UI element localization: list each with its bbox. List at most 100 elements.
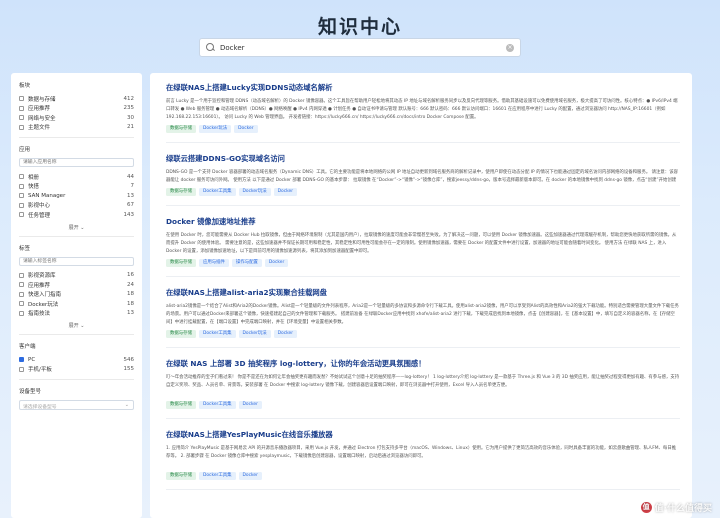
result-tag[interactable]: 数据与存储	[166, 188, 196, 196]
app-filter-label: 相册	[28, 174, 40, 181]
result-tag[interactable]: 数据与存储	[166, 472, 196, 480]
result-tag[interactable]: 数据与存储	[166, 330, 196, 338]
result-tag[interactable]: Docker玩法	[238, 188, 271, 196]
watermark: 值 值·什么值得买	[640, 501, 712, 514]
category-count: 235	[123, 105, 135, 112]
result-tag[interactable]: Docker工具集	[198, 401, 236, 409]
tag-filter-row[interactable]: 指南技法 13	[19, 309, 134, 319]
client-filter-row[interactable]: 手机/平板 155	[19, 365, 134, 375]
tag-filter-count: 18	[127, 291, 134, 298]
app-filter-row[interactable]: 影视中心 67	[19, 201, 134, 211]
result-tag[interactable]: Docker	[264, 259, 289, 267]
category-checkbox[interactable]	[19, 115, 24, 121]
result-tag[interactable]: Docker工具集	[198, 330, 236, 338]
clear-icon[interactable]: ×	[506, 43, 514, 52]
app-filter-checkbox[interactable]	[19, 183, 24, 189]
result-tag[interactable]: Docker玩法	[198, 125, 232, 133]
result-tags: 数据与存储 Docker工具集 Docker玩法 Docker	[166, 188, 680, 196]
result-tag[interactable]: Docker	[234, 125, 258, 133]
category-row[interactable]: 数据与存储 412	[19, 94, 134, 104]
result-tag[interactable]: 数据与存储	[166, 125, 196, 133]
result-tag[interactable]: 应用与插件	[198, 259, 229, 267]
category-row[interactable]: 网络与安全 30	[19, 113, 134, 123]
apps-expand-label: 展开	[68, 224, 79, 231]
category-checkbox[interactable]	[19, 124, 24, 130]
tag-filter-checkbox[interactable]	[19, 291, 24, 297]
result-tag[interactable]: 操作与配置	[231, 259, 262, 267]
client-filter-checkbox[interactable]	[19, 366, 24, 372]
app-filter-checkbox[interactable]	[19, 193, 24, 199]
result-title-link[interactable]: 在绿联 NAS 上部署 3D 抽奖程序 log-lottery，让你的年会活动更…	[166, 359, 680, 369]
tag-filter-row[interactable]: Docker玩法 18	[19, 299, 134, 309]
tag-search-input[interactable]	[19, 256, 134, 266]
result-tag[interactable]: Docker	[238, 472, 262, 480]
result-title-link[interactable]: 在绿联NAS上搭建YesPlayMusic在线音乐播放器	[166, 430, 680, 440]
app-title: 应用	[19, 147, 31, 153]
result-title-link[interactable]: 在绿联NAS上搭建alist-aria2实现聚合挂载网盘	[166, 288, 680, 298]
app-search-input[interactable]	[19, 158, 134, 167]
tag-filter-label: Docker玩法	[28, 301, 59, 308]
result-tag[interactable]: 数据与存储	[166, 259, 196, 267]
result-title-link[interactable]: 在绿联NAS上搭建Lucky实现DDNS动态域名解析	[166, 83, 680, 93]
client-filter-checkbox[interactable]	[19, 357, 24, 363]
device-select[interactable]: 请选择设备型号 ⌄	[19, 400, 134, 410]
app-filter-checkbox[interactable]	[19, 174, 24, 180]
app-filter-row[interactable]: 任务管理 143	[19, 210, 134, 220]
category-row[interactable]: 应用推荐 235	[19, 104, 134, 114]
result-item: 在绿联NAS上搭建YesPlayMusic在线音乐播放器 1. 应用简介 YesP…	[166, 430, 680, 490]
client-filter-row[interactable]: PC 546	[19, 355, 134, 365]
apps-expand-button[interactable]: 展开 ⌄	[19, 224, 134, 231]
tag-filter-checkbox[interactable]	[19, 301, 24, 307]
category-title: 板块	[19, 83, 31, 89]
results-panel: 在绿联NAS上搭建Lucky实现DDNS动态域名解析 前言 Lucky 是一个用于…	[150, 73, 692, 518]
result-tag[interactable]: 数据与存储	[166, 401, 196, 409]
app-filter-count: 143	[123, 211, 135, 218]
result-tag[interactable]: Docker	[273, 330, 298, 338]
client-filter-count: 546	[123, 356, 135, 363]
client-filter-label: 手机/平板	[28, 367, 52, 374]
tag-title: 标签	[19, 245, 31, 252]
app-filter-label: 任务管理	[28, 212, 51, 219]
category-checkbox[interactable]	[19, 96, 24, 102]
tag-filter-count: 13	[127, 310, 134, 317]
category-checkbox[interactable]	[19, 105, 24, 111]
tag-filter-row[interactable]: 影视资源库 16	[19, 271, 134, 281]
result-tag[interactable]: Docker玩法	[238, 330, 271, 338]
tag-filter-checkbox[interactable]	[19, 310, 24, 316]
app-filter-checkbox[interactable]	[19, 202, 24, 208]
client-filter-count: 155	[123, 366, 135, 373]
result-item: 在绿联 NAS 上部署 3D 抽奖程序 log-lottery，让你的年会活动更…	[166, 359, 680, 419]
result-item: 绿联云搭建DDNS-GO实现域名访问 DDNS-GO 是一个支持 Docker 容…	[166, 154, 680, 206]
app-filter-row[interactable]: 相册 44	[19, 172, 134, 182]
tag-filter-row[interactable]: 应用推荐 24	[19, 280, 134, 290]
tag-filter-count: 16	[127, 272, 134, 279]
result-snippet: 1. 应用简介 YesPlayMusic 是基于网易云 API 的开源音乐播放器…	[166, 446, 677, 459]
result-tag[interactable]: Docker工具集	[198, 188, 236, 196]
result-title-link[interactable]: Docker 镜像加速地址推荐	[166, 217, 680, 227]
result-tag[interactable]: Docker	[238, 401, 262, 409]
result-tags: 数据与存储 Docker玩法 Docker	[166, 125, 680, 133]
client-title: 客户端	[19, 344, 36, 350]
tag-filter-row[interactable]: 快速入门指南 18	[19, 290, 134, 300]
result-title-link[interactable]: 绿联云搭建DDNS-GO实现域名访问	[166, 154, 680, 164]
result-tags: 数据与存储 Docker工具集 Docker玩法 Docker	[166, 330, 680, 338]
search-icon	[206, 43, 215, 52]
device-select-placeholder: 请选择设备型号	[23, 405, 57, 410]
tag-filter-checkbox[interactable]	[19, 272, 24, 278]
category-row[interactable]: 主题文件 21	[19, 123, 134, 133]
search-box[interactable]: ×	[199, 38, 521, 57]
result-tags: 数据与存储 Docker工具集 Docker	[166, 401, 680, 409]
result-tag[interactable]: Docker	[273, 188, 298, 196]
search-input[interactable]	[220, 43, 506, 52]
app-filter-row[interactable]: 快搭 7	[19, 182, 134, 192]
result-tag[interactable]: Docker工具集	[198, 472, 236, 480]
tags-expand-button[interactable]: 展开 ⌄	[19, 322, 134, 329]
app-filter-checkbox[interactable]	[19, 212, 24, 218]
page-title: 知识中心	[317, 16, 402, 38]
chevron-down-icon: ⌄	[124, 402, 129, 408]
tag-filter-count: 24	[127, 281, 134, 288]
watermark-text: 值·什么值得买	[654, 504, 712, 514]
app-filter-row[interactable]: SAN Manager 13	[19, 191, 134, 201]
app-filter-label: 快搭	[28, 184, 40, 191]
tag-filter-checkbox[interactable]	[19, 282, 24, 288]
